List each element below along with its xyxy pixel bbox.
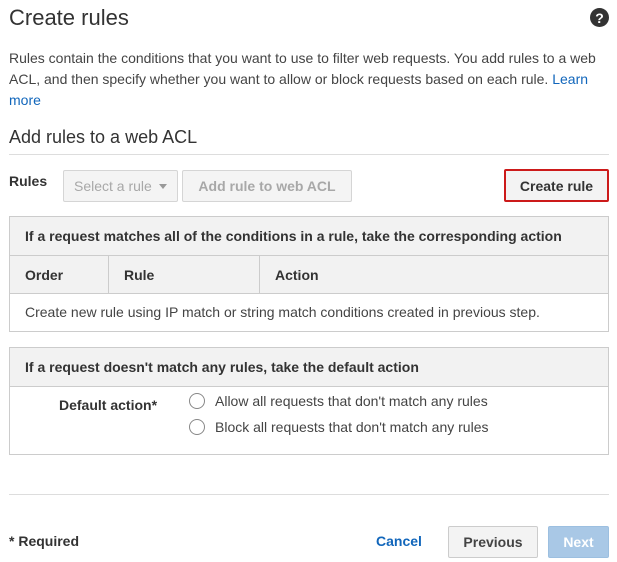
table-header-row: Order Rule Action <box>10 256 608 294</box>
rules-table-panel: If a request matches all of the conditio… <box>9 216 609 332</box>
default-action-heading: If a request doesn't match any rules, ta… <box>10 348 608 387</box>
help-icon[interactable]: ? <box>590 8 609 27</box>
chevron-down-icon <box>158 183 167 189</box>
intro-description: Rules contain the conditions that you wa… <box>9 50 596 87</box>
select-rule-dropdown[interactable]: Select a rule <box>63 170 178 202</box>
footer-divider <box>9 494 609 495</box>
block-all-option[interactable]: Block all requests that don't match any … <box>189 419 488 435</box>
next-button[interactable]: Next <box>548 526 609 558</box>
rules-label: Rules <box>9 173 48 189</box>
allow-all-label: Allow all requests that don't match any … <box>215 393 488 409</box>
add-rule-button[interactable]: Add rule to web ACL <box>182 170 352 202</box>
divider <box>9 154 609 155</box>
rules-table-heading: If a request matches all of the conditio… <box>10 217 608 256</box>
select-rule-placeholder: Select a rule <box>74 178 152 194</box>
intro-text: Rules contain the conditions that you wa… <box>9 48 609 111</box>
column-action: Action <box>275 266 319 283</box>
default-action-label: Default action* <box>59 397 158 413</box>
column-order: Order <box>10 256 109 293</box>
radio-button-block[interactable] <box>189 419 205 435</box>
block-all-label: Block all requests that don't match any … <box>215 419 489 435</box>
default-action-panel: If a request doesn't match any rules, ta… <box>9 347 609 455</box>
empty-table-message: Create new rule using IP match or string… <box>25 304 540 320</box>
allow-all-option[interactable]: Allow all requests that don't match any … <box>189 393 488 409</box>
radio-button-allow[interactable] <box>189 393 205 409</box>
previous-button[interactable]: Previous <box>448 526 538 558</box>
cancel-link[interactable]: Cancel <box>376 533 422 549</box>
page-title: Create rules <box>9 5 129 30</box>
create-rule-button[interactable]: Create rule <box>504 169 609 202</box>
section-title: Add rules to a web ACL <box>9 127 198 147</box>
required-note: * Required <box>9 533 80 549</box>
column-rule: Rule <box>109 256 260 293</box>
